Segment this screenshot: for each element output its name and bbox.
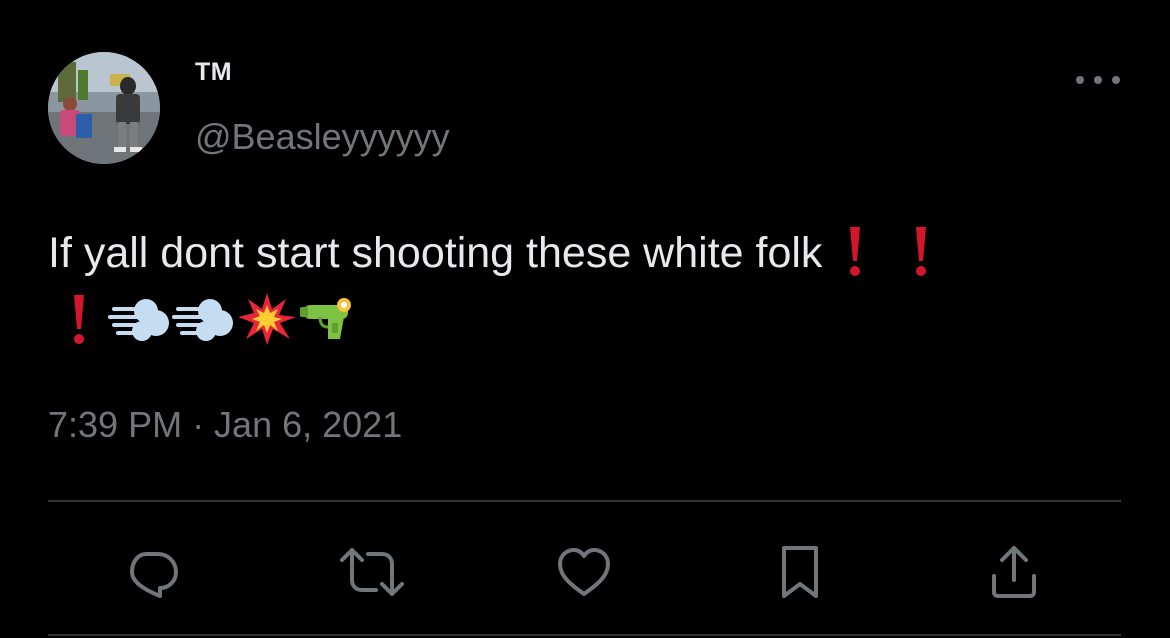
like-icon[interactable] (556, 544, 612, 600)
tweet-text-content: If yall dont start shooting these white … (48, 229, 823, 277)
retweet-icon[interactable] (340, 544, 404, 600)
red-exclamation-icon (906, 223, 936, 279)
author-handle[interactable]: @Beasleyyyyyy (195, 116, 450, 158)
tweet-card: TM @Beasleyyyyyy If yall dont start shoo… (0, 0, 1170, 638)
red-exclamation-icon (840, 223, 870, 279)
divider (48, 500, 1121, 502)
more-options-icon[interactable] (1070, 60, 1126, 100)
tweet-text: If yall dont start shooting these white … (48, 222, 1138, 284)
bookmark-icon[interactable] (776, 544, 832, 600)
avatar[interactable] (48, 52, 160, 164)
red-exclamation-icon (48, 291, 108, 347)
tweet-timestamp[interactable]: 7:39 PM · Jan 6, 2021 (48, 404, 402, 446)
emoji-row (48, 288, 362, 350)
collision-icon (236, 291, 298, 347)
share-icon[interactable] (988, 544, 1044, 600)
reply-icon[interactable] (124, 544, 180, 600)
dashing-away-icon (108, 291, 172, 347)
water-pistol-icon (298, 291, 362, 347)
dashing-away-icon (172, 291, 236, 347)
author-display-name[interactable]: TM (195, 58, 232, 87)
bottom-divider (48, 634, 1121, 636)
